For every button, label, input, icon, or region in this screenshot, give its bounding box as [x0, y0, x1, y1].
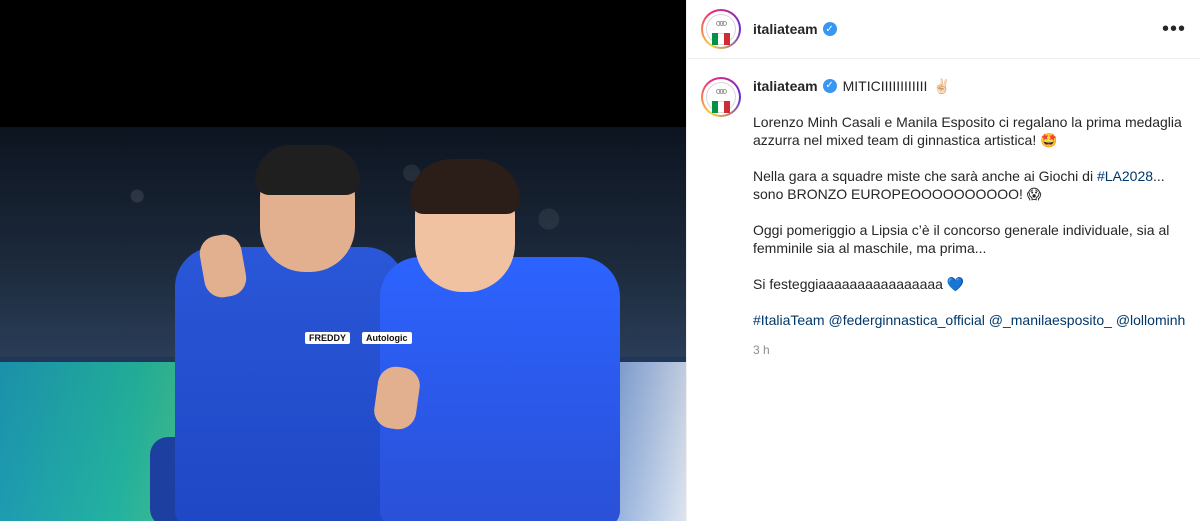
verified-badge-icon: ✓ — [822, 79, 837, 93]
olympic-rings-icon — [715, 13, 727, 31]
olympic-logo-icon — [706, 13, 736, 45]
mention-manilaesposito[interactable]: @_manilaesposito_ — [989, 312, 1112, 328]
gymnasts-photo: FREDDY Autologic — [0, 127, 686, 521]
mention-federginnastica[interactable]: @federginnastica_official — [828, 312, 984, 328]
athlete-female-hair — [410, 159, 520, 214]
caption-paragraph-3: Oggi pomeriggio a Lipsia c’è il concorso… — [753, 222, 1170, 256]
hashtag-italiateam[interactable]: #ItaliaTeam — [753, 312, 825, 328]
hashtag-la2028[interactable]: #LA2028 — [1097, 168, 1153, 184]
athlete-male-hair — [255, 145, 360, 195]
italy-flag-icon — [712, 101, 730, 113]
caption-username[interactable]: italiateam — [753, 77, 818, 95]
profile-avatar[interactable] — [701, 9, 741, 49]
caption-headline-text: MITICIIIIIIIIIIII — [842, 78, 928, 94]
caption-avatar[interactable] — [701, 77, 741, 117]
jersey-tag-freddy: FREDDY — [305, 332, 351, 344]
caption-paragraph-1: Lorenzo Minh Casali e Manila Esposito ci… — [753, 114, 1182, 148]
caption-tags: #ItaliaTeam @federginnastica_official @_… — [753, 311, 1186, 329]
post-timestamp[interactable]: 3 h — [753, 341, 1186, 359]
caption-paragraph-2: Nella gara a squadre miste che sarà anch… — [753, 167, 1186, 203]
post-sidebar: italiateam ✓ ••• italiateam ✓ MITICIIIII… — [686, 0, 1200, 521]
italy-flag-icon — [712, 33, 730, 45]
olympic-logo-icon — [706, 81, 736, 113]
olympic-rings-icon — [715, 81, 727, 99]
verified-badge-icon: ✓ — [822, 22, 837, 36]
caption-paragraph-4: Si festeggiaaaaaaaaaaaaaaaa 💙 — [753, 276, 965, 292]
post-media[interactable]: FREDDY Autologic — [0, 0, 686, 521]
mention-lollominh[interactable]: @lollominh — [1116, 312, 1185, 328]
caption-headline: italiateam ✓ MITICIIIIIIIIIIII ✌🏻 — [753, 77, 1186, 95]
jersey-tag-autologic: Autologic — [362, 332, 412, 344]
peace-emoji: ✌🏻 — [933, 78, 951, 94]
post-header: italiateam ✓ ••• — [687, 0, 1200, 59]
header-username[interactable]: italiateam — [753, 21, 818, 37]
caption-avatar-inner — [703, 79, 739, 115]
caption-paragraph-2-prefix: Nella gara a squadre miste che sarà anch… — [753, 168, 1097, 184]
avatar-inner — [703, 11, 739, 47]
post-caption-block: italiateam ✓ MITICIIIIIIIIIIII ✌🏻 Lorenz… — [687, 59, 1200, 359]
post-body: italiateam ✓ MITICIIIIIIIIIIII ✌🏻 Lorenz… — [753, 77, 1186, 359]
more-options-icon[interactable]: ••• — [1162, 18, 1186, 41]
